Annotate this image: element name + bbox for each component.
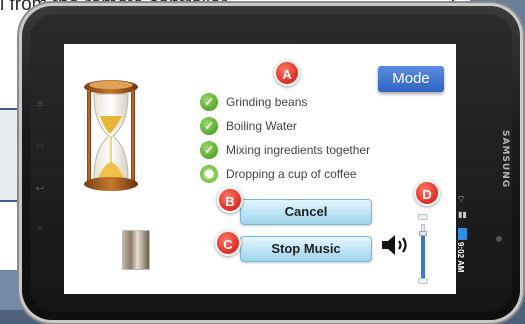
step-label: Boiling Water <box>226 119 297 133</box>
step-label: Grinding beans <box>226 95 308 109</box>
slider-fill <box>421 234 425 278</box>
search-key-icon[interactable]: ⌕ <box>34 222 46 235</box>
mode-button[interactable]: Mode <box>378 66 444 92</box>
status-bar: ⌔ ▮▮ 9:02 AM <box>456 190 470 280</box>
check-icon: ✓ <box>200 141 218 159</box>
front-camera <box>496 236 502 242</box>
check-icon: ✓ <box>200 93 218 111</box>
home-key-icon[interactable]: ⌂ <box>34 140 46 152</box>
step-label: Mixing ingredients together <box>226 143 371 157</box>
wifi-icon: ⌔ <box>457 194 466 204</box>
album-art-image <box>122 230 150 270</box>
list-item: Dropping a cup of coffee <box>200 162 370 186</box>
volume-slider[interactable] <box>416 214 430 286</box>
slider-bottom-cap <box>418 278 428 284</box>
callout-a-badge: A <box>274 60 300 86</box>
speaker-icon[interactable] <box>380 233 414 257</box>
progress-ring-icon <box>200 165 218 183</box>
brand-logo: SAMSUNG <box>500 130 510 189</box>
back-key-icon[interactable]: ↩ <box>34 182 46 195</box>
app-screen: Mode A ✓ Grinding beans ✓ Boiling Water … <box>64 44 456 294</box>
list-item: ✓ Grinding beans <box>200 90 370 114</box>
signal-icon: ▮▮ <box>458 210 467 219</box>
status-time: 9:02 AM <box>456 242 465 273</box>
callout-c-badge: C <box>215 230 241 256</box>
cancel-button[interactable]: Cancel <box>240 199 372 225</box>
hourglass-icon <box>84 80 138 191</box>
battery-icon <box>458 228 467 240</box>
list-item: ✓ Boiling Water <box>200 114 370 138</box>
list-item: ✓ Mixing ingredients together <box>200 138 370 162</box>
step-label: Dropping a cup of coffee <box>226 167 357 181</box>
check-icon: ✓ <box>200 117 218 135</box>
callout-d-badge: D <box>414 180 440 206</box>
progress-step-list: ✓ Grinding beans ✓ Boiling Water ✓ Mixin… <box>200 90 370 186</box>
stop-music-button[interactable]: Stop Music <box>240 236 372 262</box>
callout-b-badge: B <box>217 187 243 213</box>
slider-top-cap <box>418 214 428 220</box>
slider-handle[interactable] <box>419 231 427 236</box>
menu-key-icon[interactable]: ≡ <box>34 98 46 110</box>
